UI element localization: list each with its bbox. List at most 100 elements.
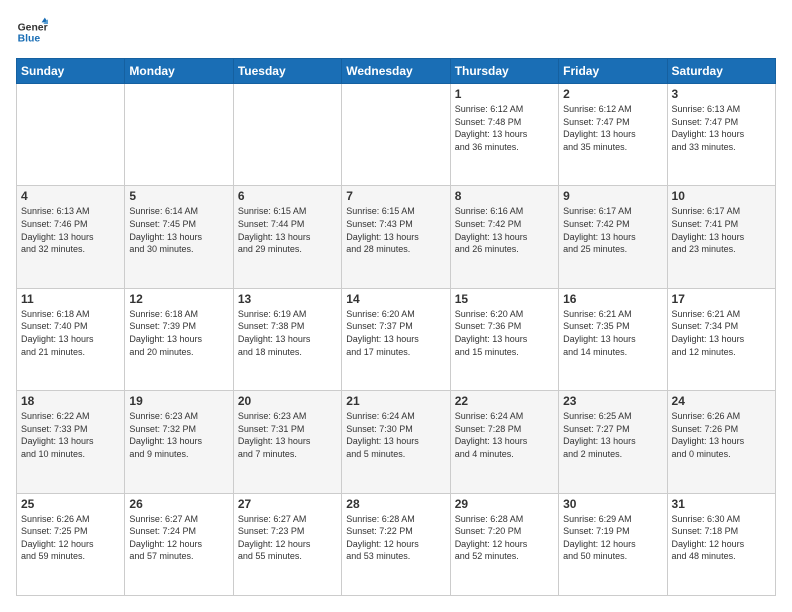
day-number: 2 — [563, 87, 662, 101]
day-number: 6 — [238, 189, 337, 203]
day-info: Sunrise: 6:23 AMSunset: 7:32 PMDaylight:… — [129, 410, 228, 460]
calendar-cell: 3 Sunrise: 6:13 AMSunset: 7:47 PMDaylight… — [667, 84, 775, 186]
calendar-cell: 28 Sunrise: 6:28 AMSunset: 7:22 PMDayligh… — [342, 493, 450, 595]
calendar-cell: 4 Sunrise: 6:13 AMSunset: 7:46 PMDaylight… — [17, 186, 125, 288]
calendar-cell: 9 Sunrise: 6:17 AMSunset: 7:42 PMDaylight… — [559, 186, 667, 288]
calendar-cell — [342, 84, 450, 186]
calendar-cell: 18 Sunrise: 6:22 AMSunset: 7:33 PMDayligh… — [17, 391, 125, 493]
day-info: Sunrise: 6:30 AMSunset: 7:18 PMDaylight:… — [672, 513, 771, 563]
day-number: 20 — [238, 394, 337, 408]
day-info: Sunrise: 6:28 AMSunset: 7:20 PMDaylight:… — [455, 513, 554, 563]
calendar-cell: 14 Sunrise: 6:20 AMSunset: 7:37 PMDayligh… — [342, 288, 450, 390]
day-header-friday: Friday — [559, 59, 667, 84]
day-info: Sunrise: 6:29 AMSunset: 7:19 PMDaylight:… — [563, 513, 662, 563]
page: General Blue SundayMondayTuesdayWednesda… — [0, 0, 792, 612]
day-number: 3 — [672, 87, 771, 101]
day-number: 12 — [129, 292, 228, 306]
day-header-thursday: Thursday — [450, 59, 558, 84]
calendar-cell: 1Sunrise: 6:12 AMSunset: 7:48 PMDaylight… — [450, 84, 558, 186]
day-info: Sunrise: 6:19 AMSunset: 7:38 PMDaylight:… — [238, 308, 337, 358]
calendar-cell: 11 Sunrise: 6:18 AMSunset: 7:40 PMDayligh… — [17, 288, 125, 390]
day-number: 27 — [238, 497, 337, 511]
day-header-sunday: Sunday — [17, 59, 125, 84]
day-info: Sunrise: 6:22 AMSunset: 7:33 PMDaylight:… — [21, 410, 120, 460]
day-number: 14 — [346, 292, 445, 306]
day-number: 30 — [563, 497, 662, 511]
calendar-cell: 29 Sunrise: 6:28 AMSunset: 7:20 PMDayligh… — [450, 493, 558, 595]
day-number: 9 — [563, 189, 662, 203]
calendar-cell: 23 Sunrise: 6:25 AMSunset: 7:27 PMDayligh… — [559, 391, 667, 493]
day-number: 4 — [21, 189, 120, 203]
calendar-cell — [125, 84, 233, 186]
day-number: 16 — [563, 292, 662, 306]
calendar-cell: 15 Sunrise: 6:20 AMSunset: 7:36 PMDayligh… — [450, 288, 558, 390]
calendar-cell: 6 Sunrise: 6:15 AMSunset: 7:44 PMDaylight… — [233, 186, 341, 288]
calendar-cell: 26 Sunrise: 6:27 AMSunset: 7:24 PMDayligh… — [125, 493, 233, 595]
calendar-cell: 25Sunrise: 6:26 AMSunset: 7:25 PMDayligh… — [17, 493, 125, 595]
day-header-monday: Monday — [125, 59, 233, 84]
day-info: Sunrise: 6:17 AMSunset: 7:41 PMDaylight:… — [672, 205, 771, 255]
day-number: 8 — [455, 189, 554, 203]
calendar-cell: 31 Sunrise: 6:30 AMSunset: 7:18 PMDayligh… — [667, 493, 775, 595]
day-info: Sunrise: 6:20 AMSunset: 7:36 PMDaylight:… — [455, 308, 554, 358]
day-info: Sunrise: 6:27 AMSunset: 7:24 PMDaylight:… — [129, 513, 228, 563]
calendar-cell: 17 Sunrise: 6:21 AMSunset: 7:34 PMDayligh… — [667, 288, 775, 390]
day-number: 25 — [21, 497, 120, 511]
day-number: 29 — [455, 497, 554, 511]
calendar-cell: 19 Sunrise: 6:23 AMSunset: 7:32 PMDayligh… — [125, 391, 233, 493]
day-header-wednesday: Wednesday — [342, 59, 450, 84]
day-number: 17 — [672, 292, 771, 306]
day-info: Sunrise: 6:26 AMSunset: 7:26 PMDaylight:… — [672, 410, 771, 460]
day-number: 11 — [21, 292, 120, 306]
day-info: Sunrise: 6:12 AMSunset: 7:48 PMDaylight:… — [455, 103, 554, 153]
svg-text:Blue: Blue — [18, 34, 41, 45]
day-number: 15 — [455, 292, 554, 306]
day-number: 5 — [129, 189, 228, 203]
logo-icon: General Blue — [16, 16, 48, 48]
day-info: Sunrise: 6:13 AMSunset: 7:46 PMDaylight:… — [21, 205, 120, 255]
calendar-cell: 5 Sunrise: 6:14 AMSunset: 7:45 PMDaylight… — [125, 186, 233, 288]
day-info: Sunrise: 6:15 AMSunset: 7:43 PMDaylight:… — [346, 205, 445, 255]
day-info: Sunrise: 6:15 AMSunset: 7:44 PMDaylight:… — [238, 205, 337, 255]
calendar-cell: 10 Sunrise: 6:17 AMSunset: 7:41 PMDayligh… — [667, 186, 775, 288]
day-info: Sunrise: 6:25 AMSunset: 7:27 PMDaylight:… — [563, 410, 662, 460]
calendar-cell: 16 Sunrise: 6:21 AMSunset: 7:35 PMDayligh… — [559, 288, 667, 390]
day-number: 13 — [238, 292, 337, 306]
calendar-cell: 21 Sunrise: 6:24 AMSunset: 7:30 PMDayligh… — [342, 391, 450, 493]
day-number: 18 — [21, 394, 120, 408]
day-number: 23 — [563, 394, 662, 408]
day-header-tuesday: Tuesday — [233, 59, 341, 84]
day-info: Sunrise: 6:21 AMSunset: 7:35 PMDaylight:… — [563, 308, 662, 358]
day-info: Sunrise: 6:14 AMSunset: 7:45 PMDaylight:… — [129, 205, 228, 255]
day-number: 10 — [672, 189, 771, 203]
day-info: Sunrise: 6:21 AMSunset: 7:34 PMDaylight:… — [672, 308, 771, 358]
calendar-cell: 30 Sunrise: 6:29 AMSunset: 7:19 PMDayligh… — [559, 493, 667, 595]
day-info: Sunrise: 6:13 AMSunset: 7:47 PMDaylight:… — [672, 103, 771, 153]
logo: General Blue — [16, 16, 48, 48]
day-info: Sunrise: 6:12 AMSunset: 7:47 PMDaylight:… — [563, 103, 662, 153]
day-info: Sunrise: 6:24 AMSunset: 7:30 PMDaylight:… — [346, 410, 445, 460]
calendar-cell: 7 Sunrise: 6:15 AMSunset: 7:43 PMDaylight… — [342, 186, 450, 288]
day-number: 24 — [672, 394, 771, 408]
day-number: 21 — [346, 394, 445, 408]
calendar-cell — [17, 84, 125, 186]
calendar-cell: 8 Sunrise: 6:16 AMSunset: 7:42 PMDaylight… — [450, 186, 558, 288]
day-number: 7 — [346, 189, 445, 203]
day-number: 31 — [672, 497, 771, 511]
day-info: Sunrise: 6:24 AMSunset: 7:28 PMDaylight:… — [455, 410, 554, 460]
day-info: Sunrise: 6:18 AMSunset: 7:40 PMDaylight:… — [21, 308, 120, 358]
day-info: Sunrise: 6:28 AMSunset: 7:22 PMDaylight:… — [346, 513, 445, 563]
day-info: Sunrise: 6:16 AMSunset: 7:42 PMDaylight:… — [455, 205, 554, 255]
calendar-cell — [233, 84, 341, 186]
day-number: 28 — [346, 497, 445, 511]
day-number: 19 — [129, 394, 228, 408]
calendar-cell: 22Sunrise: 6:24 AMSunset: 7:28 PMDayligh… — [450, 391, 558, 493]
day-info: Sunrise: 6:20 AMSunset: 7:37 PMDaylight:… — [346, 308, 445, 358]
header: General Blue — [16, 16, 776, 48]
day-number: 26 — [129, 497, 228, 511]
day-info: Sunrise: 6:23 AMSunset: 7:31 PMDaylight:… — [238, 410, 337, 460]
day-info: Sunrise: 6:18 AMSunset: 7:39 PMDaylight:… — [129, 308, 228, 358]
calendar-cell: 24 Sunrise: 6:26 AMSunset: 7:26 PMDayligh… — [667, 391, 775, 493]
calendar-cell: 27Sunrise: 6:27 AMSunset: 7:23 PMDayligh… — [233, 493, 341, 595]
day-info: Sunrise: 6:17 AMSunset: 7:42 PMDaylight:… — [563, 205, 662, 255]
